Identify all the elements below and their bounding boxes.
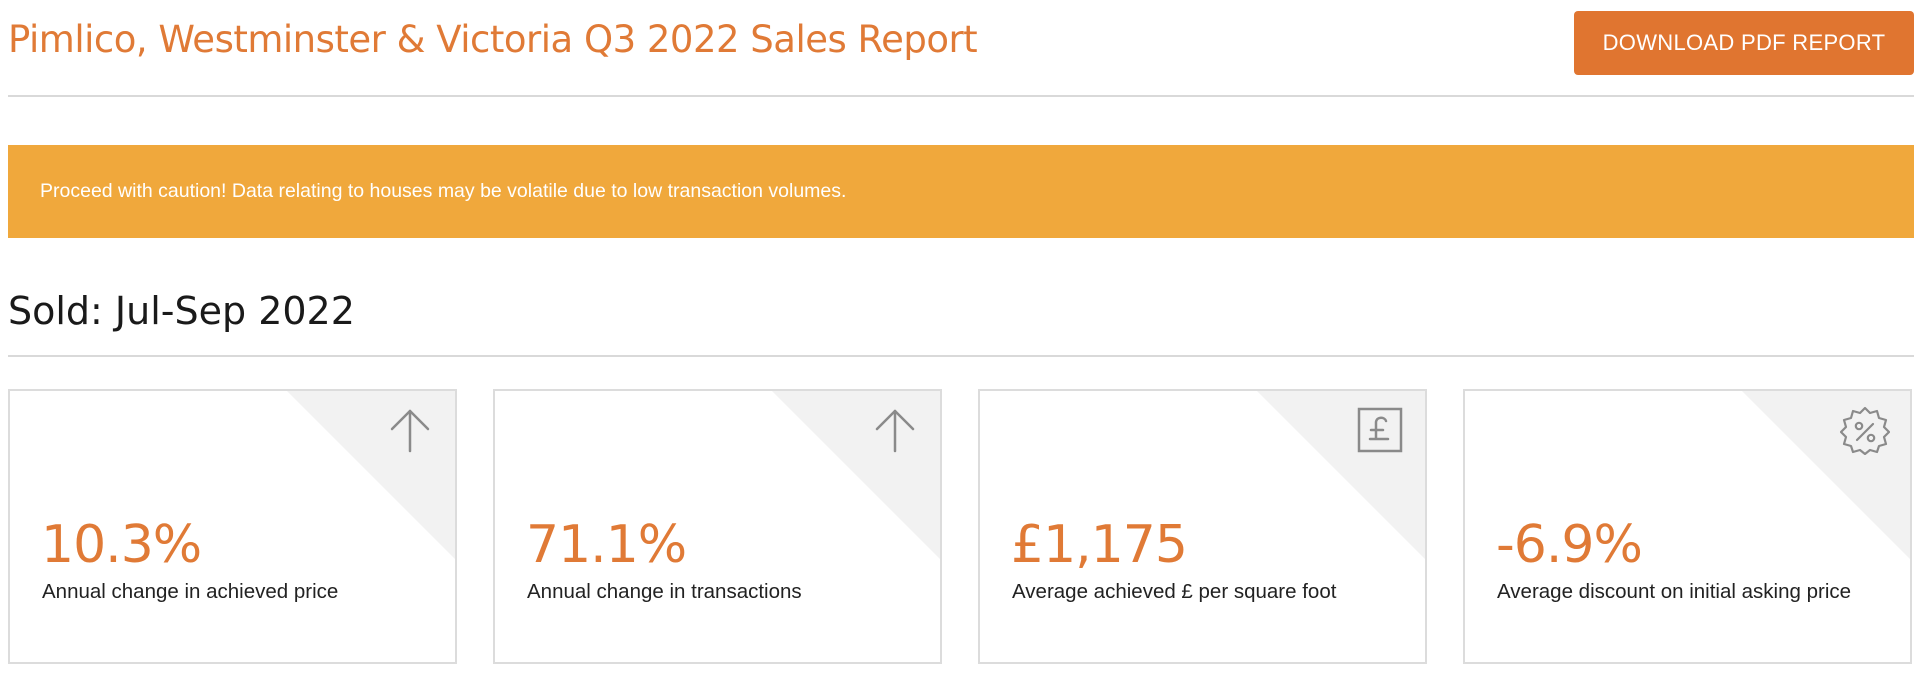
arrow-up-icon — [385, 405, 435, 455]
stat-value: £1,175 — [1011, 515, 1188, 575]
stat-label: Average achieved £ per square foot — [1012, 580, 1337, 603]
alert-text: Proceed with caution! Data relating to h… — [40, 180, 847, 202]
pound-icon — [1355, 405, 1405, 455]
stat-card-price-per-sqft: £1,175 Average achieved £ per square foo… — [978, 389, 1427, 664]
stat-label: Annual change in transactions — [527, 580, 802, 603]
stat-value: -6.9% — [1496, 515, 1643, 575]
stat-label: Annual change in achieved price — [42, 580, 339, 603]
report-header: Pimlico, Westminster & Victoria Q3 2022 … — [8, 0, 1914, 97]
discount-badge-icon — [1840, 405, 1890, 455]
stat-card-price-change: 10.3% Annual change in achieved price — [8, 389, 457, 664]
report-page: Pimlico, Westminster & Victoria Q3 2022 … — [0, 0, 1920, 695]
caution-alert: Proceed with caution! Data relating to h… — [8, 145, 1914, 238]
sold-section-header: Sold: Jul-Sep 2022 — [8, 280, 1914, 357]
section-title: Sold: Jul-Sep 2022 — [8, 289, 355, 333]
stat-value: 71.1% — [526, 515, 687, 575]
stat-label: Average discount on initial asking price — [1497, 580, 1852, 603]
stat-card-transactions-change: 71.1% Annual change in transactions — [493, 389, 942, 664]
stat-card-asking-discount: -6.9% Average discount on initial asking… — [1463, 389, 1912, 664]
arrow-up-icon — [870, 405, 920, 455]
page-title: Pimlico, Westminster & Victoria Q3 2022 … — [8, 18, 978, 61]
download-pdf-button[interactable]: DOWNLOAD PDF REPORT — [1574, 11, 1914, 75]
stat-value: 10.3% — [41, 515, 202, 575]
